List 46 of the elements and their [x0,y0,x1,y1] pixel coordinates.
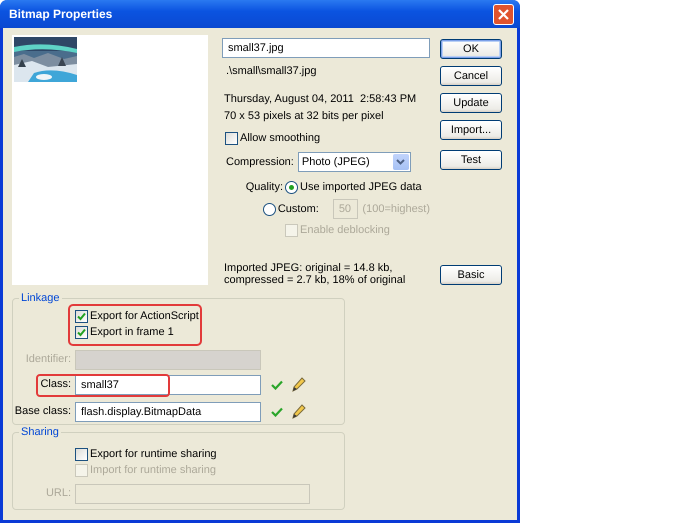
radio-label: Use imported JPEG data [300,180,422,195]
field-label: URL: [44,486,72,502]
basic-button[interactable]: Basic [440,265,502,285]
dialog-button[interactable]: Import... [440,120,502,140]
image-dimensions: 70 x 53 pixels at 32 bits per pixel [223,109,385,123]
field-label: Identifier: [24,352,72,368]
check-icon[interactable] [271,406,283,416]
file-path: .\small\small37.jpg [225,64,318,78]
group-title: Sharing [19,426,61,439]
field-label: Base class: [14,404,72,420]
check-icon[interactable] [271,380,283,390]
checkbox[interactable] [75,310,88,323]
checkbox[interactable] [225,132,238,144]
import-info-text: Imported JPEG: original = 14.8 kb, [223,262,394,274]
dialog-button[interactable]: Cancel [440,66,502,86]
text-field[interactable]: flash.display.BitmapData [75,402,261,422]
close-button[interactable] [493,4,514,24]
window-title: Bitmap Properties [9,6,112,23]
group-title: Linkage [19,292,62,305]
quality-label: Quality: [244,180,284,195]
checkbox-label: Import for runtime sharing [90,463,216,478]
checkbox[interactable] [75,448,88,461]
compression-dropdown[interactable]: Photo (JPEG) [298,152,411,172]
dialog-button[interactable]: Test [440,150,502,170]
dialog-button[interactable]: OK [440,39,502,59]
dialog-button[interactable]: Update [440,93,502,113]
checkbox-label: Export for runtime sharing [90,447,217,462]
pencil-icon[interactable] [292,404,306,419]
pencil-icon[interactable] [292,377,306,392]
checkbox[interactable] [75,326,88,339]
compression-label: Compression: [226,154,294,170]
close-icon [498,8,509,20]
radio-button[interactable] [262,202,276,216]
checkbox-label: Allow smoothing [240,130,320,146]
date-modified: Thursday, August 04, 2011 2:58:43 PM [223,92,418,106]
field-label: Class: [39,377,72,392]
url-field[interactable] [75,484,310,504]
quality-hint: (100=highest) [362,202,430,217]
checkbox-label: Enable deblocking [300,222,390,238]
checkbox-label: Export in frame 1 [90,325,174,340]
file-name-field[interactable]: small37.jpg [222,38,430,58]
checkbox-label: Export for ActionScript [90,309,199,324]
radio-button[interactable] [285,180,298,194]
radio-label: Custom: [278,202,319,217]
text-field[interactable]: small37 [75,374,261,394]
import-info-text: compressed = 2.7 kb, 18% of original [223,274,406,286]
